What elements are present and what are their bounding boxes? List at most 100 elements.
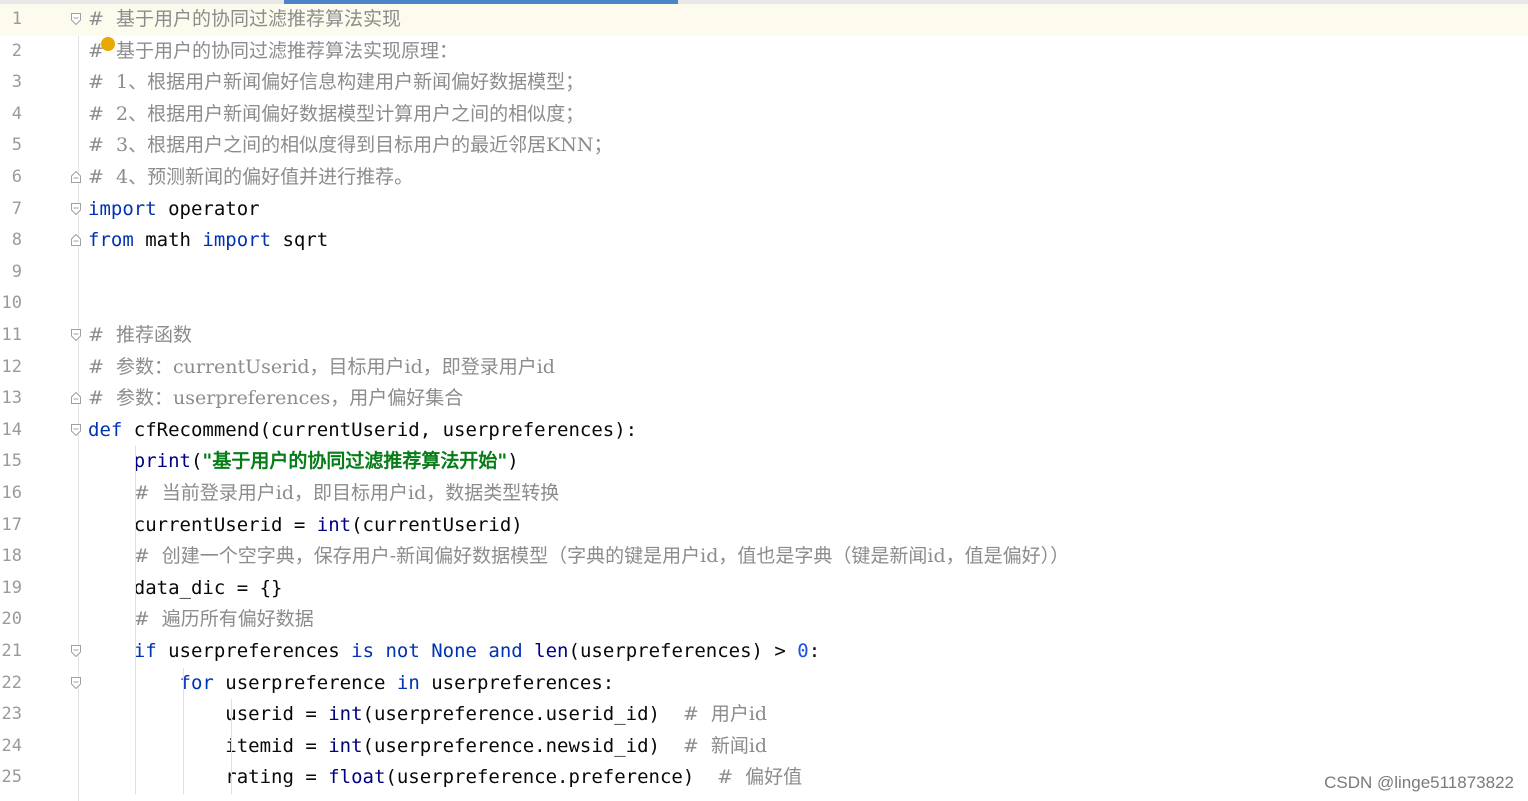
code-text: for userpreference in userpreferences: xyxy=(88,668,615,700)
code-text: data_dic = {} xyxy=(88,573,283,605)
code-line[interactable]: 10 xyxy=(0,288,1528,320)
code-text: def cfRecommend(currentUserid, userprefe… xyxy=(88,415,637,447)
code-text: # 基于用户的协同过滤推荐算法实现原理： xyxy=(88,36,458,68)
code-line[interactable]: 6 # 4、预测新闻的偏好值并进行推荐。 xyxy=(0,162,1528,194)
line-number: 3 xyxy=(11,72,22,93)
code-token: data_dic = {} xyxy=(88,576,283,599)
indent-guide xyxy=(183,667,184,794)
code-line[interactable]: 5 # 3、根据用户之间的相似度得到目标用户的最近邻居KNN； xyxy=(0,130,1528,162)
code-text: # 参数：userpreferences，用户偏好集合 xyxy=(88,383,463,415)
line-number: 10 xyxy=(1,293,22,314)
code-text: if userpreferences is not None and len(u… xyxy=(88,636,820,668)
code-token: itemid = xyxy=(88,734,329,757)
code-line[interactable]: 25 rating = float(userpreference.prefere… xyxy=(0,762,1528,794)
code-line[interactable]: 11 # 推荐函数 xyxy=(0,320,1528,352)
line-number: 1 xyxy=(11,9,22,29)
code-line[interactable]: 12 # 参数：currentUserid，目标用户id，即登录用户id xyxy=(0,352,1528,384)
code-line[interactable]: 16 # 当前登录用户id，即目标用户id，数据类型转换 xyxy=(0,478,1528,510)
code-line[interactable]: 18 # 创建一个空字典，保存用户-新闻偏好数据模型（字典的键是用户id，值也是… xyxy=(0,541,1528,573)
line-number: 18 xyxy=(1,546,22,567)
string-token: "基于用户的协同过滤推荐算法开始" xyxy=(202,450,508,473)
comment-token: # 遍历所有偏好数据 xyxy=(133,608,314,631)
comment-token: # 参数：userpreferences，用户偏好集合 xyxy=(88,387,464,410)
code-token: : xyxy=(808,640,821,662)
code-token: userpreferences xyxy=(156,640,352,662)
comment-token: # 基于用户的协同过滤推荐算法实现 xyxy=(88,8,401,30)
code-text: itemid = int(userpreference.newsid_id) #… xyxy=(88,731,767,763)
fold-open-icon[interactable] xyxy=(71,13,81,25)
code-line[interactable]: 1 # 基于用户的协同过滤推荐算法实现 xyxy=(0,4,1528,36)
code-token: (userpreferences) > xyxy=(568,640,798,662)
comment-token: # 基于用户的协同过滤推荐算法实现原理： xyxy=(88,39,459,62)
code-token: math xyxy=(133,229,203,252)
fold-open-icon[interactable] xyxy=(71,202,81,215)
code-line[interactable]: 24 itemid = int(userpreference.newsid_id… xyxy=(0,731,1528,763)
code-line[interactable]: 13 # 参数：userpreferences，用户偏好集合 xyxy=(0,383,1528,415)
code-text: # 3、根据用户之间的相似度得到目标用户的最近邻居KNN； xyxy=(88,130,613,162)
code-token: ( xyxy=(190,450,203,473)
line-number: 13 xyxy=(1,388,22,409)
fold-end-icon[interactable] xyxy=(71,234,81,247)
code-line[interactable]: 21 if userpreferences is not None and le… xyxy=(0,636,1528,668)
comment-token: # 创建一个空字典，保存用户-新闻偏好数据模型（字典的键是用户id，值也是字典（… xyxy=(133,545,1070,568)
code-line[interactable]: 22 for userpreference in userpreferences… xyxy=(0,668,1528,700)
keyword-token: def xyxy=(88,418,123,441)
code-text: from math import sqrt xyxy=(88,225,328,257)
code-line[interactable]: 17 currentUserid = int(currentUserid) xyxy=(0,510,1528,542)
comment-token: # 用户id xyxy=(682,703,768,726)
keyword-token: for xyxy=(179,671,214,694)
intention-bulb-icon[interactable] xyxy=(101,37,115,51)
code-line[interactable]: 20 # 遍历所有偏好数据 xyxy=(0,604,1528,636)
code-text: # 创建一个空字典，保存用户-新闻偏好数据模型（字典的键是用户id，值也是字典（… xyxy=(88,541,1069,573)
code-token: userid = xyxy=(88,703,329,726)
code-text: # 推荐函数 xyxy=(88,320,192,352)
builtin-token: int xyxy=(328,703,363,726)
code-area[interactable]: 1 # 基于用户的协同过滤推荐算法实现 2 # 基于用户的协同过滤推荐算法实现原理： 3… xyxy=(0,4,1528,801)
code-text: # 基于用户的协同过滤推荐算法实现 xyxy=(88,4,401,36)
code-token: userpreference xyxy=(213,671,397,694)
line-number: 6 xyxy=(11,167,22,187)
fold-end-icon[interactable] xyxy=(71,171,81,183)
watermark: CSDN @linge511873822 xyxy=(1324,773,1514,792)
code-line[interactable]: 2 # 基于用户的协同过滤推荐算法实现原理： xyxy=(0,36,1528,68)
keyword-token: if xyxy=(133,640,157,662)
keyword-token: in xyxy=(396,671,420,694)
line-number: 16 xyxy=(1,483,22,503)
code-line[interactable]: 3 # 1、根据用户新闻偏好信息构建用户新闻偏好数据模型； xyxy=(0,67,1528,99)
code-line[interactable]: 7 import operator xyxy=(0,194,1528,226)
code-line[interactable]: 4 # 2、根据用户新闻偏好数据模型计算用户之间的相似度； xyxy=(0,99,1528,131)
code-text: # 1、根据用户新闻偏好信息构建用户新闻偏好数据模型； xyxy=(88,67,584,99)
code-line[interactable]: 19 data_dic = {} xyxy=(0,573,1528,605)
comment-token: # 新闻id xyxy=(682,734,768,757)
code-token: (userpreference.newsid_id) xyxy=(362,734,683,757)
comment-token: # 3、根据用户之间的相似度得到目标用户的最近邻居KNN； xyxy=(88,134,613,157)
comment-token: # 当前登录用户id，即目标用户id，数据类型转换 xyxy=(133,482,560,504)
code-line[interactable]: 9 xyxy=(0,257,1528,289)
code-token: (userpreference.userid_id) xyxy=(362,703,683,726)
code-text: # 遍历所有偏好数据 xyxy=(88,604,314,636)
fold-open-icon[interactable] xyxy=(71,329,81,341)
line-number: 25 xyxy=(1,767,22,788)
fold-open-icon[interactable] xyxy=(71,676,81,689)
fold-open-icon[interactable] xyxy=(71,423,81,436)
line-number: 9 xyxy=(11,261,22,282)
code-line[interactable]: 23 userid = int(userpreference.userid_id… xyxy=(0,699,1528,731)
code-line[interactable]: 15 print("基于用户的协同过滤推荐算法开始") xyxy=(0,446,1528,478)
comment-token: # 1、根据用户新闻偏好信息构建用户新闻偏好数据模型； xyxy=(88,71,585,94)
code-token: cfRecommend(currentUserid, userpreferenc… xyxy=(122,418,638,441)
code-token: (userpreference.preference) xyxy=(385,766,718,789)
line-number: 24 xyxy=(1,735,22,756)
code-token: currentUserid = xyxy=(88,513,317,536)
line-number: 12 xyxy=(1,356,22,377)
line-number: 21 xyxy=(1,641,22,661)
line-number: 8 xyxy=(11,230,22,251)
fold-open-icon[interactable] xyxy=(71,645,81,657)
code-line[interactable]: 8 from math import sqrt xyxy=(0,225,1528,257)
code-text: currentUserid = int(currentUserid) xyxy=(88,510,523,542)
code-line[interactable]: 14 def cfRecommend(currentUserid, userpre… xyxy=(0,415,1528,447)
code-editor[interactable]: 1 # 基于用户的协同过滤推荐算法实现 2 # 基于用户的协同过滤推荐算法实现原理： 3… xyxy=(0,0,1528,801)
line-number: 4 xyxy=(11,103,22,124)
fold-end-icon[interactable] xyxy=(71,392,81,405)
